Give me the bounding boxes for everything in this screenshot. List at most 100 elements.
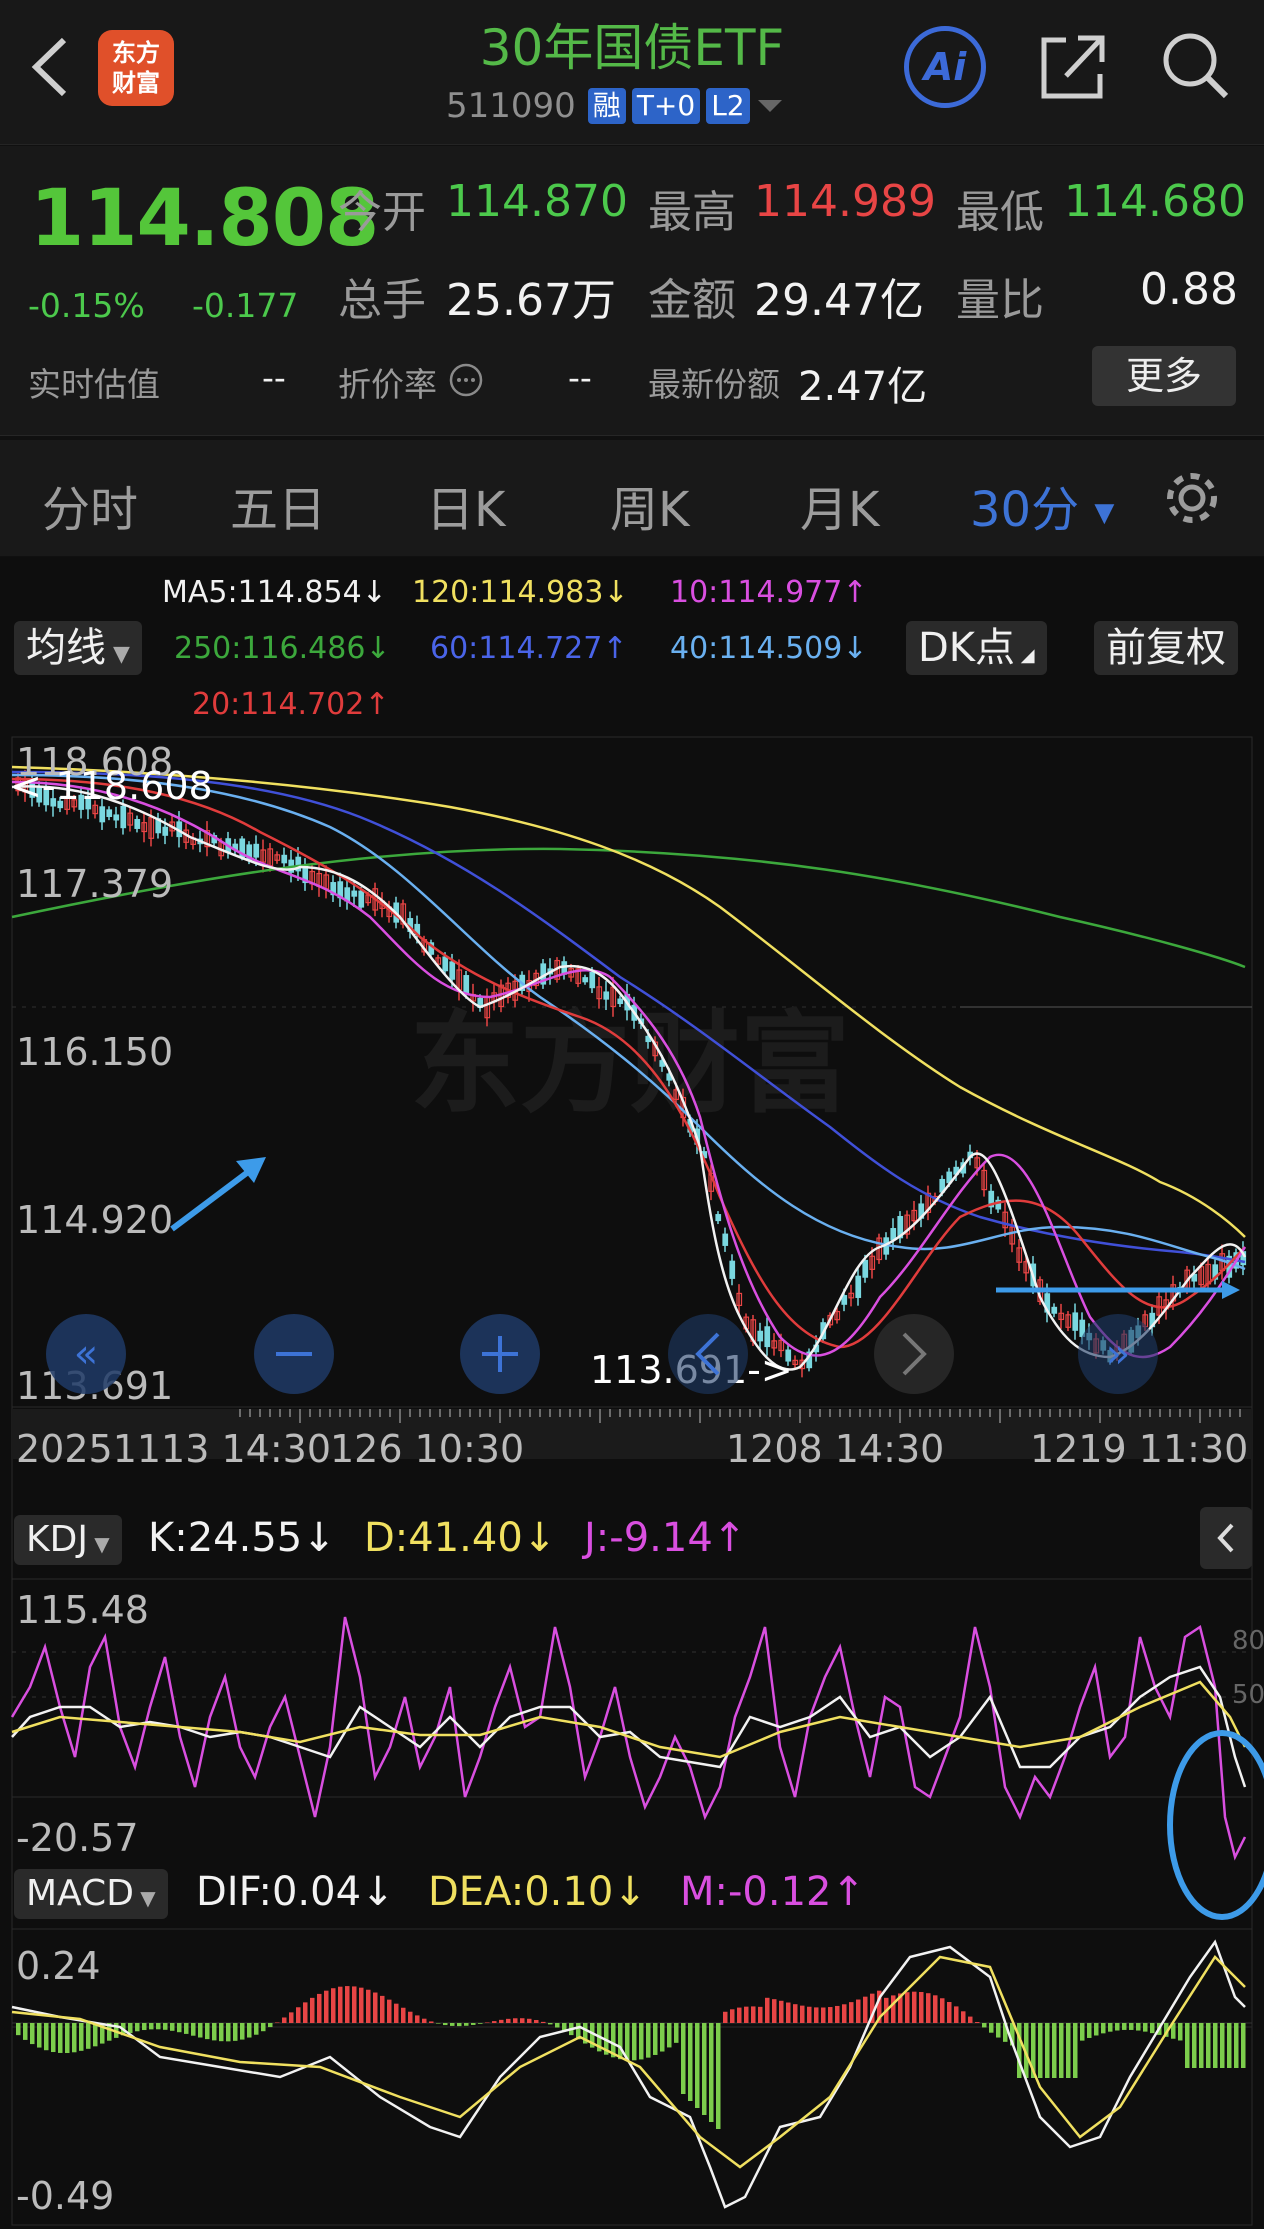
macd-bar [457, 2023, 462, 2027]
macd-bar [961, 2011, 966, 2023]
candle-body [99, 806, 106, 823]
tab-monthly-k[interactable]: 月K [800, 470, 879, 540]
macd-bar [282, 2017, 287, 2023]
kdj-level-50: 50 [1232, 1680, 1264, 1710]
macd-bar [352, 1986, 357, 2023]
kline-chart[interactable]: 东方财富 118.608 117.379 116.150 114.920 113… [0, 557, 1264, 2229]
macd-bar [786, 2002, 791, 2023]
macd-bar [331, 1988, 336, 2023]
candle-body [113, 814, 120, 821]
macd-bar [93, 2023, 98, 2047]
macd-bar [345, 1986, 350, 2023]
zoom-out-button[interactable] [254, 1314, 334, 1394]
macd-bar [716, 2023, 721, 2129]
settings-gear-icon[interactable] [1160, 466, 1224, 530]
macd-bar [534, 2019, 539, 2023]
macd-bar [338, 1986, 343, 2023]
macd-bar [1080, 2023, 1085, 2041]
candle-body [617, 998, 624, 1005]
macd-bar [800, 2005, 805, 2023]
quote-panel: 114.808 -0.15% -0.177 今开 114.870 最高 114.… [0, 146, 1264, 436]
macd-bar [1129, 2023, 1134, 2030]
tab-weekly-k[interactable]: 周K [610, 470, 689, 540]
macd-dea-value: DEA:0.10↓ [428, 1869, 647, 1915]
kdj-level-80: 80 [1232, 1626, 1264, 1656]
macd-bar [1066, 2023, 1071, 2078]
discount-value: -- [568, 358, 592, 397]
macd-bar [548, 2023, 553, 2025]
zoom-in-button[interactable] [460, 1314, 540, 1394]
collapse-panel-button[interactable] [1200, 1507, 1252, 1569]
kdj-j-value: J:-9.14↑ [584, 1515, 747, 1561]
macd-bar [1150, 2023, 1155, 2034]
tag-t0: T+0 [631, 88, 701, 124]
svg-text:»: » [1106, 1331, 1130, 1377]
high-price-marker: <-118.608 [10, 764, 213, 808]
share-icon[interactable] [1036, 30, 1108, 102]
high-label: 最高 [648, 187, 736, 238]
macd-bar [996, 2023, 1001, 2038]
macd-bar [401, 2007, 406, 2023]
macd-bar [58, 2023, 63, 2053]
macd-bar [1227, 2023, 1232, 2068]
candle-body [589, 971, 596, 989]
scroll-left-button[interactable] [668, 1314, 748, 1394]
macd-bar [394, 2003, 399, 2023]
macd-bar [940, 1998, 945, 2023]
security-code-row[interactable]: 511090 融 T+0 L2 [446, 84, 784, 128]
tab-intraday[interactable]: 分时 [42, 470, 138, 540]
scroll-right-button[interactable] [874, 1314, 954, 1394]
macd-bar [646, 2023, 651, 2058]
candle-body [862, 1259, 869, 1278]
macd-bar [821, 2007, 826, 2023]
macd-bar [226, 2023, 231, 2042]
macd-bar [44, 2023, 49, 2051]
macd-bar [891, 1995, 896, 2023]
macd-bar [730, 2009, 735, 2023]
macd-bar [695, 2023, 700, 2108]
macd-bar [674, 2023, 679, 2043]
more-button[interactable]: 更多 [1092, 346, 1236, 406]
macd-bar [86, 2023, 91, 2049]
macd-bar [1087, 2023, 1092, 2038]
volume-label: 总手 [338, 275, 426, 326]
macd-bar [436, 2023, 441, 2024]
macd-bar [667, 2023, 672, 2048]
shares-value: 2.47亿 [798, 364, 928, 410]
kdj-y-top: 115.48 [16, 1588, 149, 1632]
macd-bar [541, 2021, 546, 2023]
volume-value: 25.67万 [446, 275, 616, 326]
macd-bar [1108, 2023, 1113, 2032]
ratio-value: 0.88 [1140, 264, 1238, 315]
search-icon[interactable] [1158, 28, 1232, 102]
high-value: 114.989 [754, 176, 936, 227]
macd-bar [324, 1990, 329, 2023]
kdj-selector[interactable]: KDJ ▼ [14, 1515, 122, 1565]
tab-five-day[interactable]: 五日 [230, 470, 326, 540]
macd-bar [1073, 2023, 1078, 2078]
macd-bar [737, 2007, 742, 2023]
macd-bar [247, 2023, 252, 2038]
y-label-4: 114.920 [16, 1198, 173, 1242]
macd-bar [1178, 2023, 1183, 2041]
macd-bar [1115, 2023, 1120, 2031]
macd-bar [359, 1987, 364, 2023]
macd-bar [464, 2023, 469, 2026]
candle-body [449, 961, 456, 980]
macd-bar [954, 2006, 959, 2023]
candle-body [715, 1214, 722, 1222]
scroll-right-fast-button[interactable]: » [1078, 1314, 1158, 1394]
macd-bar [16, 2023, 21, 2036]
macd-bar [373, 1992, 378, 2023]
macd-bar [450, 2023, 455, 2026]
macd-bar [205, 2023, 210, 2040]
kdj-selector-label: KDJ [26, 1519, 88, 1560]
tab-daily-k[interactable]: 日K [426, 470, 505, 540]
x-label-4: 1219 11:30 [1030, 1427, 1248, 1471]
tab-30min[interactable]: 30分 ▼ [970, 470, 1114, 540]
ai-button[interactable]: Ai [904, 26, 986, 108]
info-icon[interactable] [448, 362, 484, 398]
discount-label: 折价率 [338, 365, 437, 404]
scroll-left-fast-button[interactable]: « [46, 1314, 126, 1394]
macd-selector[interactable]: MACD ▼ [14, 1869, 168, 1919]
